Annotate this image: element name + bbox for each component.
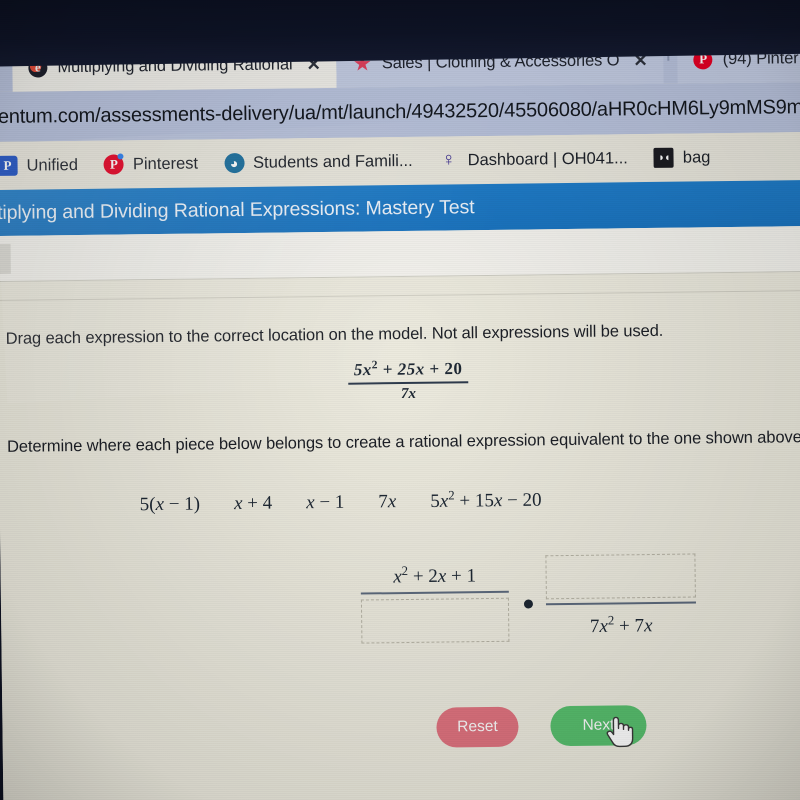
- bookmark-unified-label: Unified: [26, 155, 79, 175]
- fraction-bar: [347, 380, 469, 385]
- target-fraction: 5x2 + 25x + 20 7x: [347, 357, 469, 403]
- photo-of-screen: Multiplying and Dividing Rational ✕ ★ Sa…: [0, 0, 800, 800]
- model-right-denominator: 7x2 + 7x: [589, 612, 653, 638]
- expression-model: x2 + 2x + 1 7x2 + 7x: [360, 551, 721, 670]
- model-left-fraction-bar: [360, 591, 509, 595]
- model-left-fraction: x2 + 2x + 1: [360, 562, 510, 644]
- target-numerator: 5x2 + 25x + 20: [353, 358, 463, 380]
- bookmark-students-and-families-label: Students and Famili...: [252, 151, 413, 172]
- bookmark-students-and-families[interactable]: ◕ Students and Famili...: [223, 151, 413, 174]
- model-left-denominator-dropzone[interactable]: [360, 598, 510, 644]
- bookmark-pinterest-label: Pinterest: [132, 154, 199, 173]
- next-button-label: Next: [582, 716, 615, 734]
- draggable-tile-2[interactable]: x + 4: [234, 493, 272, 515]
- action-button-row: Reset Next: [436, 703, 800, 748]
- draggable-tile-4[interactable]: 7x: [378, 491, 396, 513]
- page-title: ultiplying and Dividing Rational Express…: [0, 195, 475, 224]
- bag-icon: ◗◖: [653, 147, 674, 168]
- draggable-tile-3[interactable]: x − 1: [306, 492, 344, 514]
- model-left-numerator: x2 + 2x + 1: [393, 562, 477, 588]
- bookmark-pinterest[interactable]: P Pinterest: [103, 154, 199, 175]
- model-right-fraction: 7x2 + 7x: [545, 553, 696, 638]
- bookmark-bag[interactable]: ◗◖ bag: [653, 147, 711, 168]
- model-right-numerator-dropzone[interactable]: [545, 553, 696, 600]
- lightbulb-icon: ♀: [441, 149, 456, 171]
- target-denominator: 7x: [400, 385, 416, 402]
- reset-button[interactable]: Reset: [436, 706, 519, 748]
- next-button[interactable]: Next: [550, 705, 647, 748]
- bookmark-bag-label: bag: [682, 147, 711, 167]
- address-bar-url: nentum.com/assessments-delivery/ua/mt/la…: [0, 95, 800, 128]
- content-divider: [0, 289, 800, 301]
- bookmark-dashboard-label: Dashboard | OH041...: [467, 148, 628, 169]
- bookmark-unified[interactable]: P Unified: [0, 155, 78, 176]
- globe-icon: ◕: [223, 152, 245, 174]
- draggable-tile-1[interactable]: 5(x − 1): [140, 494, 201, 517]
- multiplication-dot-icon: [523, 599, 534, 609]
- browser-window: Multiplying and Dividing Rational ✕ ★ Sa…: [0, 25, 800, 800]
- assessment-content: Drag each expression to the correct loca…: [0, 271, 800, 800]
- draggable-tile-5[interactable]: 5x2 + 15x − 20: [430, 486, 542, 513]
- instruction-line-1: Drag each expression to the correct loca…: [5, 321, 664, 348]
- instruction-line-2: Determine where each piece below belongs…: [6, 427, 800, 456]
- draggable-tile-row: 5(x − 1) x + 4 x − 1 7x 5x2 + 15x − 20: [140, 483, 800, 517]
- bookmark-dashboard[interactable]: ♀ Dashboard | OH041...: [439, 148, 628, 171]
- target-expression: 5x2 + 25x + 20 7x: [0, 353, 800, 408]
- pinterest-icon: P: [103, 154, 125, 175]
- unified-p-icon: P: [0, 155, 18, 176]
